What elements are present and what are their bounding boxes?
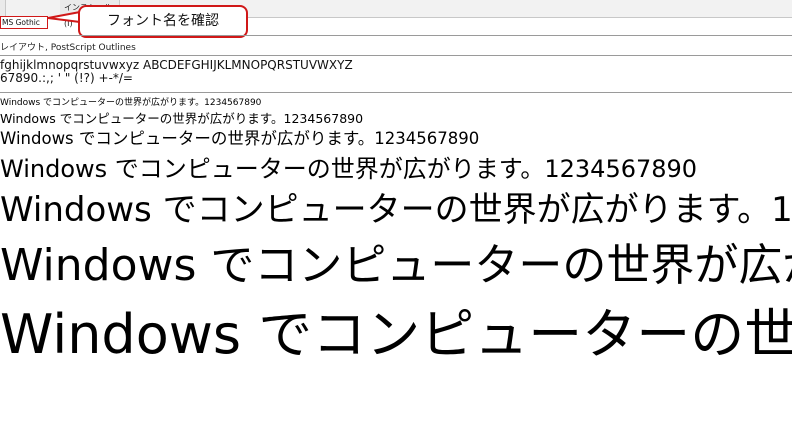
- font-name-field: MS Gothic: [0, 16, 48, 29]
- preview-line-size-3: Windows でコンピューターの世界が広がります。1234567890: [0, 129, 480, 148]
- preview-line-size-5: Windows でコンピューターの世界が広がります。1234567890: [0, 190, 792, 230]
- preview-line-size-7: Windows でコンピューターの世界が広がります。1234567890: [0, 303, 792, 366]
- print-button[interactable]: [0, 0, 6, 16]
- preview-line-size-4: Windows でコンピューターの世界が広がります。1234567890: [0, 155, 698, 183]
- font-info-text: レイアウト, PostScript Outlines: [0, 43, 136, 53]
- preview-line-size-6: Windows でコンピューターの世界が広がります。1234567890: [0, 240, 792, 291]
- divider: [0, 55, 792, 56]
- preview-line-size-1: Windows でコンピューターの世界が広がります。1234567890: [0, 98, 262, 108]
- sample-symbols-line: 67890.:,; ' " (!?) +-*/=: [0, 71, 133, 85]
- divider: [0, 92, 792, 93]
- font-name-callout: フォント名を確認: [78, 5, 248, 38]
- divider: [0, 35, 792, 36]
